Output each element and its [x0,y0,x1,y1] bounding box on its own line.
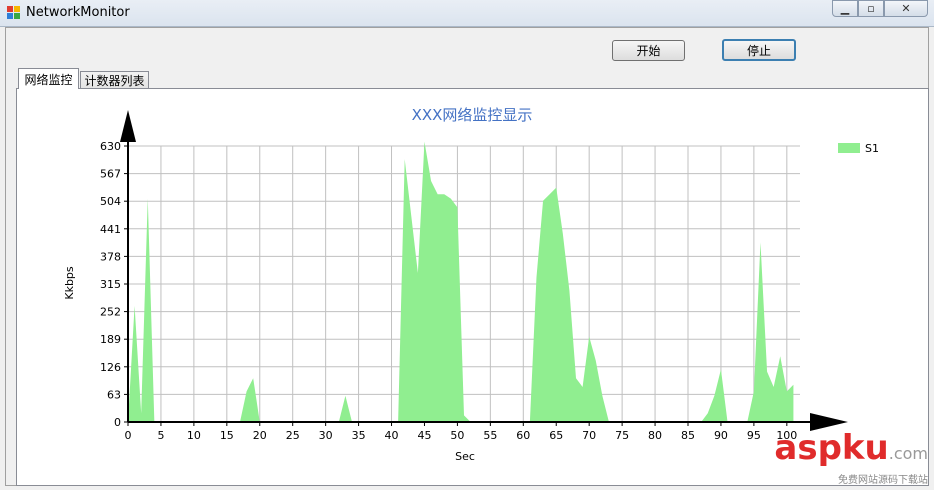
y-tick-label: 252 [100,306,121,319]
tab-network-monitor[interactable]: 网络监控 [18,68,79,89]
y-axis-arrow [120,110,136,142]
watermark-domain: .com [888,444,928,463]
x-tick-label: 95 [747,429,761,442]
watermark-brand: aspku [774,428,889,468]
watermark-subtitle: 免费网站源码下载站 [838,475,928,486]
x-tick-label: 75 [615,429,629,442]
x-tick-label: 80 [648,429,662,442]
grid [127,145,800,423]
x-axis-label: Sec [455,450,475,463]
y-tick-label: 126 [100,361,121,374]
y-tick-label: 189 [100,333,121,346]
watermark-logo: aspku.com 免费网站源码下载站 [774,431,928,486]
x-tick-label: 70 [582,429,596,442]
y-tick-label: 441 [100,223,121,236]
x-tick-label: 65 [549,429,563,442]
x-tick-label: 45 [417,429,431,442]
x-tick-label: 25 [286,429,300,442]
x-tick-label: 5 [157,429,164,442]
legend-swatch [838,143,860,153]
y-tick-label: 378 [100,250,121,263]
y-tick-label: 630 [100,140,121,153]
x-tick-label: 55 [483,429,497,442]
x-tick-label: 50 [450,429,464,442]
x-tick-label: 60 [516,429,530,442]
x-tick-label: 40 [385,429,399,442]
x-tick-label: 0 [125,429,132,442]
x-tick-label: 30 [319,429,333,442]
x-tick-label: 10 [187,429,201,442]
y-tick-label: 63 [107,388,121,401]
legend-label: S1 [865,142,879,155]
x-tick-label: 35 [352,429,366,442]
chart-title: XXX网络监控显示 [412,106,533,124]
x-tick-label: 90 [714,429,728,442]
y-tick-label: 567 [100,168,121,181]
x-tick-label: 20 [253,429,267,442]
x-tick-label: 85 [681,429,695,442]
network-chart: XXX网络监控显示 Sec Kkbps S1 0 5 10 15 20 25 30 35 40 4… [63,106,879,463]
y-tick-label: 315 [100,278,121,291]
y-tick-label: 504 [100,195,121,208]
y-tick-label: 0 [114,416,121,429]
y-axis-label: Kkbps [63,266,76,300]
x-tick-label: 15 [220,429,234,442]
series-area-s1 [128,141,794,422]
